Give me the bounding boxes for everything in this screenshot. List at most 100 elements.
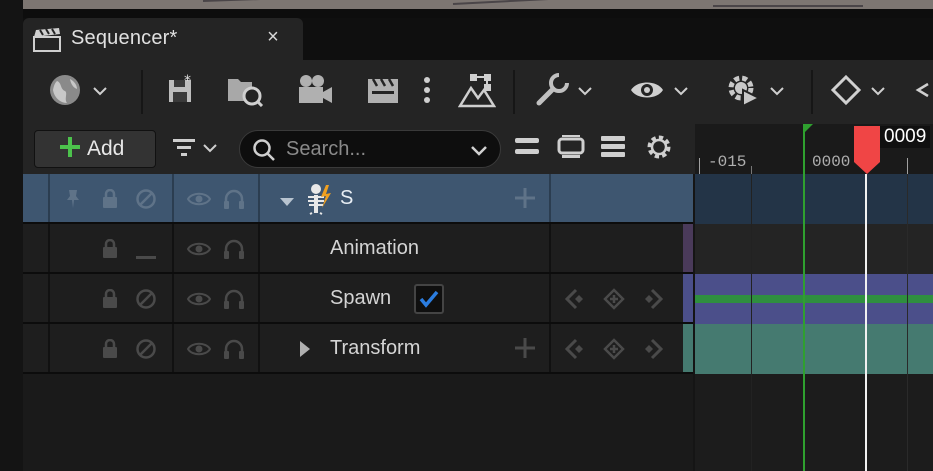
lock-icon[interactable] — [101, 338, 119, 364]
timeline-track-actor[interactable] — [695, 174, 933, 224]
find-asset-icon — [226, 73, 264, 112]
chevron-down-icon[interactable] — [470, 144, 488, 162]
spawn-checkbox[interactable] — [414, 284, 444, 319]
ruler-tick-label: 0000 — [812, 153, 851, 171]
add-track-icon[interactable] — [515, 188, 535, 213]
add-key-icon[interactable] — [603, 338, 625, 365]
toolbar-separator — [811, 70, 813, 114]
eye-icon[interactable] — [186, 290, 212, 313]
headphones-icon[interactable] — [223, 338, 245, 365]
track-row-spawn[interactable]: Spawn — [23, 274, 693, 324]
track-label: Transform — [330, 337, 421, 359]
add-track-button[interactable]: Add — [34, 130, 156, 168]
track-color-strip — [683, 324, 693, 372]
find-asset-button[interactable] — [223, 72, 267, 112]
gear-icon — [645, 133, 673, 166]
save-button[interactable]: * — [161, 72, 201, 112]
plus-icon — [59, 136, 81, 163]
track-color-strip — [683, 274, 693, 322]
list-view-button[interactable] — [595, 129, 631, 169]
add-track-icon[interactable] — [515, 338, 535, 363]
chevron-down-icon — [870, 83, 886, 101]
camera-button[interactable] — [293, 72, 337, 112]
next-key-button[interactable] — [911, 72, 933, 112]
timeline-area[interactable]: -015 0000 0009 — [695, 124, 933, 471]
chevron-down-icon — [202, 140, 218, 158]
track-outliner: S Animation Spawn Transform — [23, 174, 693, 471]
search-input[interactable] — [286, 135, 456, 163]
grid-line — [751, 174, 752, 471]
tab-sequencer[interactable]: Sequencer* × — [23, 18, 303, 60]
search-box[interactable] — [239, 130, 501, 168]
timeline-track-spawn[interactable] — [695, 274, 933, 324]
wrench-icon — [535, 72, 569, 112]
headphones-icon[interactable] — [223, 188, 245, 215]
eye-icon[interactable] — [186, 340, 212, 363]
save-icon: * — [166, 73, 196, 111]
chevron-down-icon[interactable] — [279, 194, 295, 212]
spawn-section-bar[interactable] — [695, 295, 933, 303]
filter-icon — [172, 137, 196, 162]
tab-bar: Sequencer* × — [23, 18, 933, 60]
clapper-button[interactable] — [361, 72, 405, 112]
track-row-actor[interactable]: S — [23, 174, 693, 224]
settings-button[interactable] — [639, 129, 679, 169]
chevron-down-icon — [769, 83, 785, 101]
playhead-handle[interactable] — [854, 126, 880, 179]
pin-icon[interactable] — [65, 189, 81, 214]
mute-icon[interactable] — [135, 338, 157, 365]
chevron-down-icon — [92, 83, 108, 101]
prev-key-icon[interactable] — [564, 338, 587, 365]
mute-icon[interactable] — [135, 288, 157, 315]
key-diamond-icon — [830, 74, 862, 111]
lock-icon[interactable] — [101, 188, 119, 214]
next-key-icon[interactable] — [641, 338, 664, 365]
minus-icon[interactable] — [136, 247, 156, 265]
lock-icon[interactable] — [101, 288, 119, 314]
expand-tracks-button[interactable] — [553, 129, 589, 169]
track-label: Animation — [330, 237, 419, 259]
timeline-track-animation[interactable] — [695, 224, 933, 274]
clapper-icon — [365, 74, 401, 111]
world-icon — [48, 73, 82, 112]
playback-settings-button[interactable] — [717, 72, 793, 112]
collapse-icon — [514, 136, 540, 163]
viewport-preview — [23, 0, 933, 9]
prev-key-icon[interactable] — [564, 288, 587, 315]
view-options-button[interactable] — [623, 72, 695, 112]
filter-button[interactable] — [167, 129, 223, 169]
chevron-right-icon[interactable] — [299, 340, 311, 363]
arrow-left-icon — [914, 80, 930, 105]
mute-icon[interactable] — [135, 188, 157, 215]
headphones-icon[interactable] — [223, 288, 245, 315]
skeleton-icon — [305, 183, 333, 220]
toolbar-separator — [513, 70, 515, 114]
ruler-tick-label: -015 — [708, 153, 747, 171]
chevron-down-icon — [577, 83, 593, 101]
collapse-tracks-button[interactable] — [511, 129, 543, 169]
next-key-icon[interactable] — [641, 288, 664, 315]
eye-icon[interactable] — [186, 190, 212, 213]
track-row-transform[interactable]: Transform — [23, 324, 693, 374]
world-button[interactable] — [45, 72, 111, 112]
track-label: S — [340, 187, 354, 209]
close-icon[interactable]: × — [263, 26, 283, 49]
timeline-track-transform[interactable] — [695, 324, 933, 374]
timeline-empty — [695, 374, 933, 471]
playhead-line — [865, 174, 867, 471]
more-options-button[interactable] — [415, 72, 439, 112]
key-button[interactable] — [825, 72, 891, 112]
tab-title: Sequencer* — [71, 27, 178, 49]
gear-play-icon — [725, 72, 762, 113]
add-key-icon[interactable] — [603, 288, 625, 315]
render-button[interactable] — [455, 72, 499, 112]
eye-icon[interactable] — [186, 240, 212, 263]
tools-button[interactable] — [529, 72, 599, 112]
sequencer-toolbar: * — [23, 60, 933, 124]
playback-start-marker[interactable] — [803, 124, 813, 471]
headphones-icon[interactable] — [223, 238, 245, 265]
search-icon — [252, 138, 276, 167]
outliner-toolbar: Add — [23, 124, 695, 174]
track-row-animation[interactable]: Animation — [23, 224, 693, 274]
lock-icon[interactable] — [101, 238, 119, 264]
